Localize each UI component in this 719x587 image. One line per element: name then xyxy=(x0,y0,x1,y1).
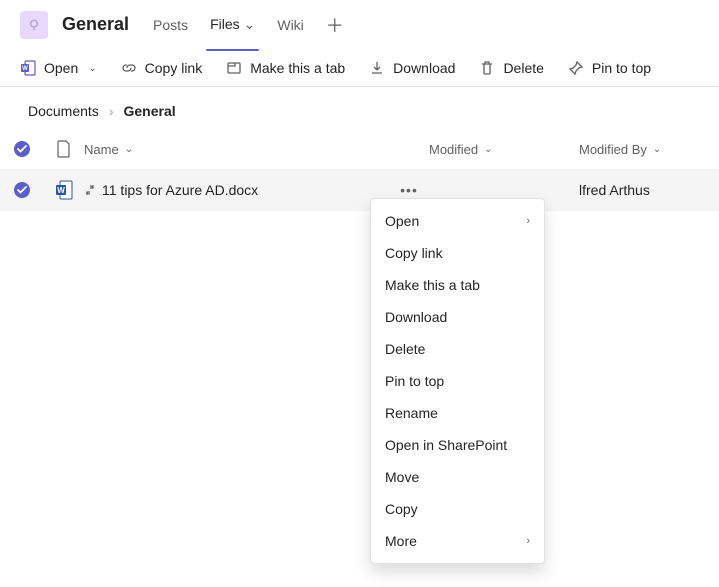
column-modified-label: Modified xyxy=(429,142,478,157)
column-modified-by-label: Modified By xyxy=(579,142,647,157)
file-table: Name ⌄ Modified ⌄ Modified By ⌄ W 11 tip… xyxy=(0,129,719,211)
trash-icon xyxy=(479,60,495,76)
column-modified[interactable]: Modified ⌄ xyxy=(429,142,579,157)
file-type-icon: W xyxy=(44,180,84,200)
copy-link-button[interactable]: Copy link xyxy=(121,60,203,76)
chevron-right-icon: › xyxy=(526,215,530,227)
breadcrumb-root[interactable]: Documents xyxy=(28,103,99,119)
table-row[interactable]: W 11 tips for Azure AD.docx ••• lfred Ar… xyxy=(0,169,719,211)
context-delete[interactable]: Delete xyxy=(371,333,544,365)
chevron-down-icon: ⌄ xyxy=(484,144,492,155)
team-avatar xyxy=(20,11,48,39)
lightbulb-icon xyxy=(26,17,42,33)
sync-icon xyxy=(84,184,96,196)
pin-label: Pin to top xyxy=(592,60,651,76)
delete-button[interactable]: Delete xyxy=(479,60,543,76)
add-tab-button[interactable]: ＋ xyxy=(322,12,348,38)
tab-icon xyxy=(226,60,242,76)
row-actions-button[interactable]: ••• xyxy=(389,182,429,198)
context-more-label: More xyxy=(385,533,417,549)
check-circle-icon xyxy=(13,181,31,199)
channel-title: General xyxy=(62,14,129,35)
word-icon: W xyxy=(20,60,36,76)
tab-files[interactable]: Files⌄ xyxy=(206,10,259,39)
link-icon xyxy=(121,60,137,76)
select-all[interactable] xyxy=(0,140,44,158)
tab-wiki[interactable]: Wiki xyxy=(273,11,307,39)
chevron-right-icon: › xyxy=(109,103,114,119)
chevron-down-icon: ⌄ xyxy=(653,144,661,155)
file-type-header[interactable] xyxy=(44,140,84,158)
command-toolbar: W Open ⌄ Copy link Make this a tab Downl… xyxy=(0,50,719,87)
make-tab-label: Make this a tab xyxy=(250,60,345,76)
open-button[interactable]: W Open ⌄ xyxy=(20,60,97,76)
modified-by-cell: lfred Arthus xyxy=(579,182,719,198)
context-open-sharepoint[interactable]: Open in SharePoint xyxy=(371,429,544,461)
tab-posts[interactable]: Posts xyxy=(149,11,192,39)
chevron-down-icon: ⌄ xyxy=(125,144,133,155)
chevron-right-icon: › xyxy=(526,535,530,547)
chevron-down-icon: ⌄ xyxy=(88,63,96,74)
context-more[interactable]: More › xyxy=(371,525,544,557)
row-select[interactable] xyxy=(0,181,44,199)
file-icon xyxy=(56,140,72,158)
pin-icon xyxy=(568,60,584,76)
context-copy-link[interactable]: Copy link xyxy=(371,237,544,269)
context-copy[interactable]: Copy xyxy=(371,493,544,525)
pin-button[interactable]: Pin to top xyxy=(568,60,651,76)
file-name-text: 11 tips for Azure AD.docx xyxy=(102,182,258,198)
file-name-cell[interactable]: 11 tips for Azure AD.docx xyxy=(84,182,389,198)
tab-files-label: Files xyxy=(210,16,240,32)
column-modified-by[interactable]: Modified By ⌄ xyxy=(579,142,719,157)
download-label: Download xyxy=(393,60,455,76)
context-menu: Open › Copy link Make this a tab Downloa… xyxy=(370,198,545,564)
context-download[interactable]: Download xyxy=(371,301,544,333)
chevron-down-icon: ⌄ xyxy=(244,16,256,32)
table-header-row: Name ⌄ Modified ⌄ Modified By ⌄ xyxy=(0,129,719,169)
download-button[interactable]: Download xyxy=(369,60,455,76)
context-open-label: Open xyxy=(385,213,419,229)
copy-link-label: Copy link xyxy=(145,60,203,76)
channel-header: General Posts Files⌄ Wiki ＋ xyxy=(0,0,719,50)
column-name[interactable]: Name ⌄ xyxy=(84,142,389,157)
svg-text:W: W xyxy=(57,186,65,195)
check-circle-icon xyxy=(13,140,31,158)
context-make-tab[interactable]: Make this a tab xyxy=(371,269,544,301)
context-open[interactable]: Open › xyxy=(371,205,544,237)
delete-label: Delete xyxy=(503,60,543,76)
context-move[interactable]: Move xyxy=(371,461,544,493)
breadcrumb: Documents › General xyxy=(0,87,719,129)
download-icon xyxy=(369,60,385,76)
word-icon: W xyxy=(55,180,73,200)
context-rename[interactable]: Rename xyxy=(371,397,544,429)
svg-text:W: W xyxy=(22,66,28,72)
breadcrumb-current: General xyxy=(123,103,175,119)
context-pin[interactable]: Pin to top xyxy=(371,365,544,397)
open-label: Open xyxy=(44,60,78,76)
column-name-label: Name xyxy=(84,142,119,157)
make-tab-button[interactable]: Make this a tab xyxy=(226,60,345,76)
